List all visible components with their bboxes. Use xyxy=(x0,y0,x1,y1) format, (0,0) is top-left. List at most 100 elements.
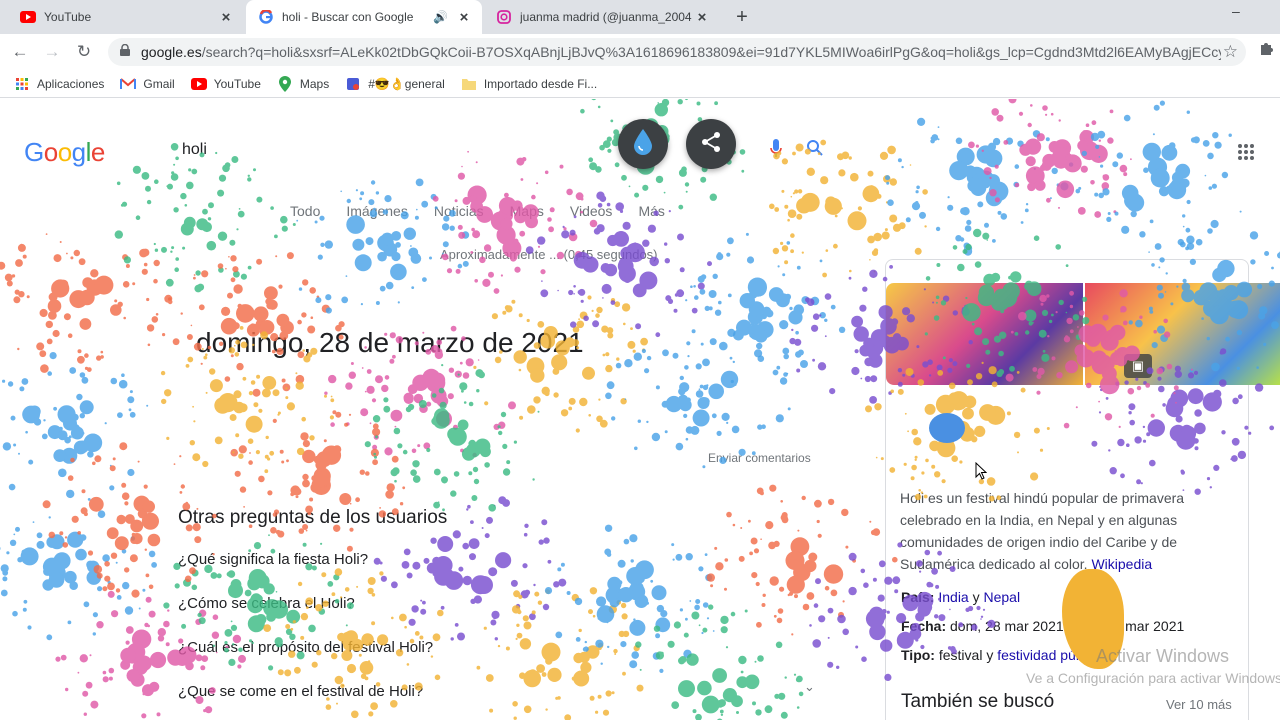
paint-splash xyxy=(364,364,540,512)
knowledge-panel-images[interactable] xyxy=(886,283,1280,385)
folder-icon xyxy=(461,76,477,92)
country-link[interactable]: India xyxy=(938,589,968,605)
paint-splash xyxy=(230,410,406,552)
filter-tab[interactable]: Más xyxy=(638,203,664,219)
paint-splash xyxy=(114,143,296,293)
forward-icon[interactable]: → xyxy=(40,40,64,64)
bookmark-gmail[interactable]: Gmail xyxy=(120,76,175,92)
kp-row-tipo: Tipo: festival y festividad púb... xyxy=(901,647,1095,663)
bookmark-apps[interactable]: Aplicaciones xyxy=(14,76,104,92)
holi-photo[interactable] xyxy=(886,283,1083,385)
paa-question[interactable]: ¿Cuál es el propósito del festival Holi? xyxy=(178,639,828,679)
featured-date: domingo, 28 de marzo de 2021 xyxy=(196,327,584,358)
url-host: google.es xyxy=(141,44,202,60)
kp-label: Fecha: xyxy=(901,618,947,634)
close-tab-icon[interactable]: × xyxy=(218,9,234,26)
result-stats: Aproximadamente ... (0,45 segundos) xyxy=(440,247,658,262)
paa-question-text: ¿Cuál es el propósito del festival Holi? xyxy=(178,639,434,656)
filter-tab[interactable]: Todo xyxy=(290,203,320,219)
country-link[interactable]: Nepal xyxy=(984,589,1021,605)
paa-question-text: ¿Que se come en el festival de Holi? xyxy=(178,683,424,700)
kp-label: País: xyxy=(901,589,935,605)
google-apps-icon[interactable] xyxy=(1237,143,1255,166)
share-button[interactable] xyxy=(686,119,736,169)
kp-row-fecha: Fecha: dom, 28 mar 2021 – lun, 29 mar 20… xyxy=(901,618,1184,634)
chevron-down-icon[interactable]: ⌄ xyxy=(804,679,815,695)
bookmark-general[interactable]: #😎👌general xyxy=(345,76,445,92)
bookmark-label: YouTube xyxy=(213,76,261,91)
microphone-icon[interactable] xyxy=(770,139,782,164)
search-input[interactable]: holi xyxy=(182,141,207,159)
lock-icon xyxy=(120,43,132,61)
paint-splash xyxy=(885,117,1074,256)
reload-icon[interactable]: ↻ xyxy=(72,40,96,64)
close-tab-icon[interactable]: × xyxy=(694,9,710,26)
paint-splash xyxy=(155,252,345,397)
kp-conj: y xyxy=(972,589,980,605)
bookmark-label: #😎👌general xyxy=(368,76,445,91)
close-tab-icon[interactable]: × xyxy=(456,9,472,26)
paint-splash xyxy=(769,139,928,278)
paint-splash xyxy=(968,99,1132,218)
minimize-button[interactable]: – xyxy=(1232,3,1248,19)
google-logo[interactable]: Google xyxy=(24,137,105,168)
tab-google-search[interactable]: holi - Buscar con Google 🔊 × xyxy=(246,0,482,34)
paa-question-text: ¿Qué significa la fiesta Holi? xyxy=(178,551,369,568)
kp-label: Tipo: xyxy=(901,647,935,663)
bookmark-maps[interactable]: Maps xyxy=(277,75,329,92)
share-icon xyxy=(700,131,722,158)
paa-question[interactable]: ¿Qué significa la fiesta Holi? xyxy=(178,551,828,591)
paint-splash xyxy=(1075,100,1242,253)
paint-splash xyxy=(473,295,648,433)
knowledge-panel-description: Holi es un festival hindú popular de pri… xyxy=(900,487,1200,575)
google-icon xyxy=(258,9,274,25)
people-also-ask-heading: Otras preguntas de los usuarios xyxy=(178,507,448,528)
google-results-page: Google holi Todo Imágenes Noticias Maps … xyxy=(0,99,1280,720)
tab-title: YouTube xyxy=(44,10,92,24)
paint-drop xyxy=(929,413,965,443)
see-more-link[interactable]: Ver 10 más xyxy=(1166,697,1232,712)
gmail-icon xyxy=(120,76,137,92)
address-bar[interactable]: google.es/search?q=holi&sxsrf=ALeKk02tDb… xyxy=(108,38,1246,66)
paint-splash xyxy=(0,233,172,373)
holi-photo[interactable] xyxy=(1085,283,1280,385)
bookmark-imported-folder[interactable]: Importado desde Fi... xyxy=(461,76,597,92)
bookmark-star-icon[interactable]: ☆ xyxy=(1223,42,1238,62)
new-tab-button[interactable]: + xyxy=(730,5,754,29)
back-icon[interactable]: ← xyxy=(8,40,32,64)
apps-grid-icon xyxy=(14,76,30,92)
paint-splash xyxy=(1,352,149,499)
url-text: google.es/search?q=holi&sxsrf=ALeKk02tDb… xyxy=(141,44,1221,60)
windows-activation-title: Activar Windows xyxy=(1096,646,1230,666)
bookmark-label: Gmail xyxy=(143,76,175,91)
youtube-icon xyxy=(20,9,36,25)
bookmark-label: Aplicaciones xyxy=(37,76,105,91)
bookmark-label: Importado desde Fi... xyxy=(483,76,598,91)
youtube-icon xyxy=(190,76,207,92)
paa-question[interactable]: ¿Que se come en el festival de Holi? xyxy=(178,683,828,713)
also-searched-heading: También se buscó xyxy=(901,691,1055,712)
tab-strip: YouTube × holi - Buscar con Google 🔊 × j… xyxy=(0,0,1280,34)
feedback-link[interactable]: Enviar comentarios xyxy=(708,451,811,465)
mouse-cursor-icon xyxy=(975,461,988,485)
more-images-icon[interactable]: ▣ xyxy=(1124,354,1152,378)
filter-tab[interactable]: Maps xyxy=(510,203,544,219)
search-icon[interactable] xyxy=(806,139,824,162)
speaker-icon[interactable]: 🔊 xyxy=(433,10,448,24)
filter-tab[interactable]: Noticias xyxy=(434,203,484,219)
calendar-icon xyxy=(345,76,361,92)
url-path: /search?q=holi&sxsrf=ALeKk02tDbGQkCoii-B… xyxy=(201,44,1221,60)
tab-youtube[interactable]: YouTube × xyxy=(8,0,244,34)
paint-splash xyxy=(432,150,598,294)
paint-splash xyxy=(0,498,158,641)
search-filters: Todo Imágenes Noticias Maps Videos Más xyxy=(290,203,691,219)
paint-splash xyxy=(685,232,846,384)
paa-question[interactable]: ¿Cómo se celebra el Holi? xyxy=(178,595,828,635)
filter-tab[interactable]: Videos xyxy=(570,203,613,219)
instagram-icon xyxy=(496,9,512,25)
paint-color-button[interactable] xyxy=(618,119,668,169)
tab-instagram[interactable]: juanma madrid (@juanma_2004 × xyxy=(484,0,720,34)
filter-tab[interactable]: Imágenes xyxy=(346,203,407,219)
extensions-icon[interactable] xyxy=(1258,40,1274,60)
bookmark-youtube[interactable]: YouTube xyxy=(190,76,261,92)
